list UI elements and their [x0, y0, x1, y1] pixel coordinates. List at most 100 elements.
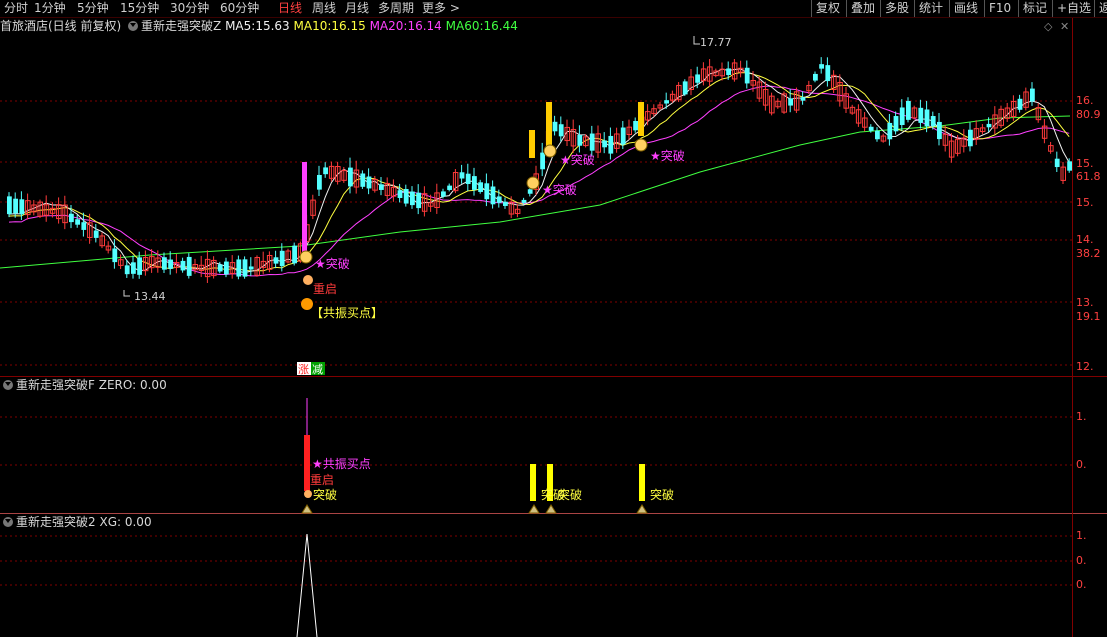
candle-body	[825, 65, 831, 82]
candle-body	[695, 74, 700, 83]
candle-body	[323, 167, 328, 175]
candle-body	[397, 190, 403, 198]
candle-body	[602, 140, 607, 148]
candle-body	[503, 201, 508, 206]
candle-body	[893, 116, 899, 132]
candle-body	[813, 73, 818, 81]
candle-body	[292, 245, 297, 264]
candle-body	[360, 173, 366, 187]
candle-body	[918, 107, 924, 123]
jian-tag: 减	[312, 363, 323, 376]
signal-markers	[123, 36, 700, 637]
candle-body	[366, 176, 372, 189]
breakout-tag: ★突破	[650, 148, 685, 163]
candle-body	[478, 182, 483, 192]
candle-body	[416, 192, 421, 209]
candle-body	[273, 257, 279, 264]
candle-body	[279, 250, 285, 267]
candle-body	[403, 188, 409, 204]
candle-body	[131, 262, 136, 274]
zhang-tag: 涨	[298, 363, 309, 376]
candle-body	[19, 199, 25, 215]
candle-body	[924, 109, 930, 127]
breakout-tag: ★突破	[560, 152, 595, 167]
candle-body	[819, 64, 824, 69]
candle-body	[75, 219, 80, 225]
candle-body	[490, 186, 496, 205]
candle-body	[180, 260, 186, 271]
candle-body	[577, 134, 583, 146]
candle-body	[1067, 161, 1072, 171]
candle-body	[887, 122, 893, 140]
candle-body	[589, 133, 595, 151]
candle-body	[620, 127, 626, 145]
p2-bag-icon	[545, 504, 557, 514]
candle-body	[7, 196, 12, 215]
candle-body	[168, 259, 173, 269]
candle-body	[484, 183, 490, 200]
candle-body	[186, 256, 192, 276]
candle-body	[986, 123, 992, 128]
candle-body	[529, 130, 535, 158]
p2-resonance-tag: ★共振买点	[312, 457, 371, 471]
money-bag-icon	[299, 250, 313, 264]
candle-body	[69, 213, 74, 223]
candle-body	[899, 107, 905, 126]
candle-body	[744, 67, 750, 84]
candle-body	[459, 172, 465, 179]
candle-body	[224, 261, 229, 275]
candle-body	[124, 265, 130, 275]
candle-body	[348, 167, 353, 187]
restart-tag: 重启	[313, 282, 337, 296]
candle-body	[1017, 98, 1023, 110]
candle-body	[1054, 158, 1060, 168]
candle-body	[242, 259, 248, 277]
resonance-buy-tag: 【共振买点】	[311, 306, 383, 320]
money-bag-icon	[526, 176, 540, 190]
candle-body	[236, 259, 242, 277]
p2-bag-icon	[528, 504, 540, 514]
candle-body	[906, 100, 911, 120]
candle-body	[441, 191, 446, 197]
candle-body	[447, 185, 452, 190]
candle-body	[937, 121, 942, 140]
candle-body	[638, 102, 644, 136]
candle-body	[379, 184, 384, 190]
money-bag-icon	[634, 138, 648, 152]
candle-body	[633, 121, 638, 131]
p2-bag-icon	[636, 504, 648, 514]
candle-body	[93, 230, 99, 238]
candle-body	[472, 176, 477, 190]
moving-average-lines	[0, 68, 1071, 277]
candle-body	[410, 191, 415, 206]
candle-body	[137, 257, 142, 275]
candle-body	[112, 248, 118, 263]
candle-body	[875, 130, 880, 140]
kline-chart[interactable]: 17.77 13.44 ★突破 ★突破 ★突破 ★突破 重启 【共振买点】 涨 …	[0, 0, 1107, 637]
candle-body	[788, 98, 793, 106]
low-marker	[123, 290, 130, 297]
p2-hand-icon	[304, 490, 312, 498]
ma5-line	[8, 68, 1070, 274]
candle-body	[162, 257, 167, 270]
candle-body	[930, 116, 936, 127]
candle-body	[546, 102, 552, 148]
candle-body	[248, 266, 254, 270]
candle-body	[664, 100, 669, 104]
breakout-tag: ★突破	[542, 182, 577, 197]
candle-body	[868, 126, 874, 131]
p2-breakout-tag: 突破	[313, 487, 337, 502]
candle-body	[558, 124, 564, 137]
hand-pointer-icon	[303, 275, 313, 285]
candle-body	[465, 173, 471, 185]
candle-body	[317, 174, 322, 190]
candle-body	[726, 68, 731, 76]
high-price-label: 17.77	[700, 36, 732, 49]
candle-body	[540, 152, 545, 170]
breakout-tag: ★突破	[315, 256, 350, 271]
candle-body	[217, 264, 223, 272]
candle-body	[800, 97, 806, 101]
p2-bar	[530, 464, 536, 501]
candle-body	[13, 198, 18, 214]
p2-breakout-tag: 突破	[558, 487, 582, 502]
